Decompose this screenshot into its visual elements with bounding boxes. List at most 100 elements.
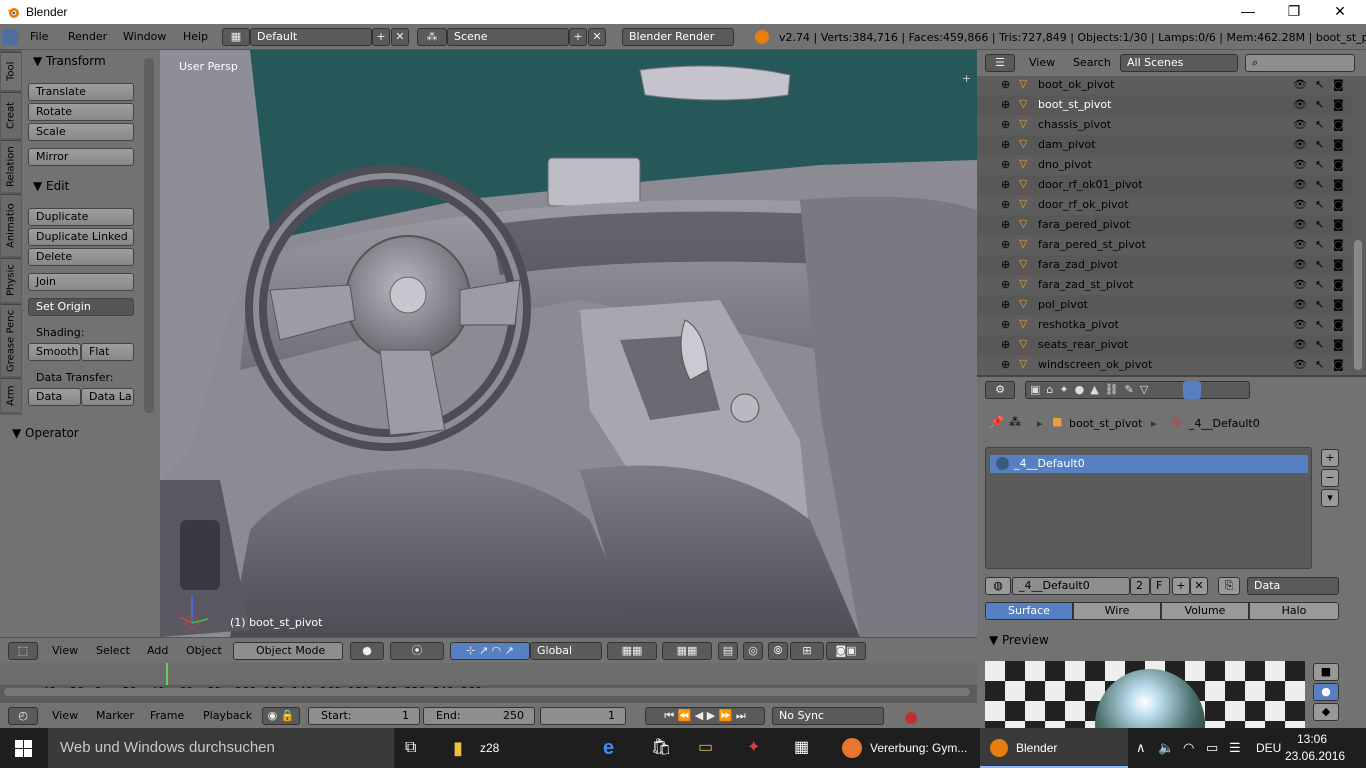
tray-arrow-icon[interactable]: ∧ [1136,728,1146,768]
viewport-shading-icon[interactable]: ● [350,642,384,660]
tab-create[interactable]: Creat [1,92,21,138]
render-camera-icon[interactable]: ◙ [1333,318,1344,331]
add-layout-icon[interactable]: + [372,28,390,46]
expand-icon[interactable]: ⊕ [1001,118,1010,131]
visibility-eye-icon[interactable]: 👁 [1293,178,1307,191]
smooth-button[interactable]: Smooth [28,343,81,361]
wifi-icon[interactable]: ◠ [1183,728,1194,768]
slot-specials-button[interactable]: ▾ [1321,489,1339,507]
scene-icon[interactable]: ⁂ [417,28,447,46]
outliner-item-label[interactable]: fara_zad_pivot [1038,258,1118,271]
outliner-row[interactable]: ⊕ ▽ reshotka_pivot 👁 ↖ ◙ [977,315,1352,335]
selectability-arrow-icon[interactable]: ↖ [1315,78,1324,91]
outliner-row[interactable]: ⊕ ▽ door_rf_ok_pivot 👁 ↖ ◙ [977,195,1352,215]
set-origin-dropdown[interactable]: Set Origin [28,298,134,316]
expand-icon[interactable]: ⊕ [1001,318,1010,331]
add-slot-button[interactable]: + [1321,449,1339,467]
proportional-edit-icon[interactable]: ◎ [743,642,763,660]
selectability-arrow-icon[interactable]: ↖ [1315,198,1324,211]
selectability-arrow-icon[interactable]: ↖ [1315,138,1324,151]
duplicate-linked-button[interactable]: Duplicate Linked [28,228,134,246]
node-tree-icon[interactable]: ⎘ [1218,577,1240,595]
render-camera-icon[interactable]: ◙ [1333,258,1344,271]
selectability-arrow-icon[interactable]: ↖ [1315,238,1324,251]
outliner-row[interactable]: ⊕ ▽ door_rf_ok01_pivot 👁 ↖ ◙ [977,175,1352,195]
store-icon[interactable]: 🛍 [651,728,671,768]
outliner-item-label[interactable]: fara_pered_st_pivot [1038,238,1146,251]
remove-scene-icon[interactable]: ✕ [588,28,606,46]
start-frame-field[interactable]: Start: 1 [308,707,420,725]
material-name-field[interactable]: _4__Default0 [1012,577,1130,595]
timeline-area[interactable]: -40-200204060801001201401601802002202402… [0,663,977,703]
visibility-eye-icon[interactable]: 👁 [1293,298,1307,311]
close-button[interactable]: ✕ [1317,0,1363,24]
render-camera-icon[interactable]: ◙ [1333,338,1344,351]
selectability-arrow-icon[interactable]: ↖ [1315,218,1324,231]
outliner-item-label[interactable]: seats_rear_pivot [1038,338,1128,351]
firefox-icon[interactable] [842,738,862,758]
viewport-plus-icon[interactable]: + [962,72,971,85]
3d-viewport[interactable]: User Persp (1) boot_st_pivot + [160,50,977,637]
outliner-item-label[interactable]: boot_st_pivot [1038,98,1111,111]
unlink-material-button[interactable]: ✕ [1190,577,1208,595]
language-indicator[interactable]: DEU [1256,728,1281,768]
layers-icon[interactable]: ▦▦ [607,642,657,660]
properties-context-tabs[interactable]: ▣⌂✦●▲⛓✎▽ [1025,381,1250,399]
taskbar-search-box[interactable]: Web und Windows durchsuchen [48,728,394,768]
outliner-item-label[interactable]: boot_ok_pivot [1038,78,1114,91]
outliner-item-label[interactable]: pol_pivot [1038,298,1088,311]
menu-object[interactable]: Object [186,644,222,657]
expand-icon[interactable]: ⊕ [1001,138,1010,151]
visibility-eye-icon[interactable]: 👁 [1293,138,1307,151]
selectability-arrow-icon[interactable]: ↖ [1315,298,1324,311]
selectability-arrow-icon[interactable]: ↖ [1315,178,1324,191]
outliner-item-label[interactable]: reshotka_pivot [1038,318,1119,331]
expand-icon[interactable]: ⊕ [1001,158,1010,171]
expand-icon[interactable]: ⊕ [1001,358,1010,371]
visibility-eye-icon[interactable]: 👁 [1293,198,1307,211]
tab-grease-pencil[interactable]: Grease Penc [1,304,21,376]
tab-physics[interactable]: Physic [1,258,21,302]
tab-tool[interactable]: Tool [1,52,21,90]
material-users-count[interactable]: 2 [1130,577,1150,595]
outliner-row[interactable]: ⊕ ▽ fara_zad_pivot 👁 ↖ ◙ [977,255,1352,275]
tab-animation[interactable]: Animatio [1,194,21,256]
outliner-item-label[interactable]: dno_pivot [1038,158,1092,171]
expand-icon[interactable]: ⊕ [1001,298,1010,311]
rotate-button[interactable]: Rotate [28,103,134,121]
folder-app-label[interactable]: z28 [480,728,499,768]
visibility-eye-icon[interactable]: 👁 [1293,78,1307,91]
remove-layout-icon[interactable]: ✕ [391,28,409,46]
menu-file[interactable]: File [30,30,48,43]
render-camera-icon[interactable]: ◙ [1333,118,1344,131]
visibility-eye-icon[interactable]: 👁 [1293,158,1307,171]
menu-frame[interactable]: Frame [150,709,184,722]
outliner-row[interactable]: ⊕ ▽ fara_pered_pivot 👁 ↖ ◙ [977,215,1352,235]
outliner-item-label[interactable]: fara_pered_pivot [1038,218,1130,231]
expand-icon[interactable]: ⊕ [1001,98,1010,111]
windows-start-icon[interactable] [15,740,32,757]
manipulator-icons[interactable]: ⊹ ↗ ◠ ↗ [450,642,530,660]
tool-shelf-scrollbar[interactable] [144,58,154,413]
outliner-item-label[interactable]: door_rf_ok01_pivot [1038,178,1143,191]
edit-panel-arrow[interactable]: ▼ [33,179,42,193]
scale-button[interactable]: Scale [28,123,134,141]
selectability-arrow-icon[interactable]: ↖ [1315,118,1324,131]
transform-panel-header[interactable]: Transform [46,54,106,68]
blender-taskbar-item[interactable]: Blender [980,728,1128,768]
playback-controls[interactable]: ⏮ ⏪ ◀ ▶ ⏩ ⏭ [645,707,765,725]
selectability-arrow-icon[interactable]: ↖ [1315,338,1324,351]
visibility-eye-icon[interactable]: 👁 [1293,258,1307,271]
volume-icon[interactable]: 🔈 [1158,728,1174,768]
material-slot-list[interactable]: _4__Default0 [985,447,1312,569]
join-button[interactable]: Join [28,273,134,291]
render-camera-icon[interactable]: ◙ [1333,278,1344,291]
tab-halo[interactable]: Halo [1249,602,1339,620]
visibility-eye-icon[interactable]: 👁 [1293,278,1307,291]
battery-icon[interactable]: ▭ [1206,728,1218,768]
clock-time[interactable]: 13:06 [1297,732,1327,746]
render-camera-icon[interactable]: ◙ [1333,358,1344,371]
fake-user-button[interactable]: F [1150,577,1170,595]
task-view-icon[interactable]: ⧉ [405,728,416,768]
menu-add[interactable]: Add [147,644,168,657]
